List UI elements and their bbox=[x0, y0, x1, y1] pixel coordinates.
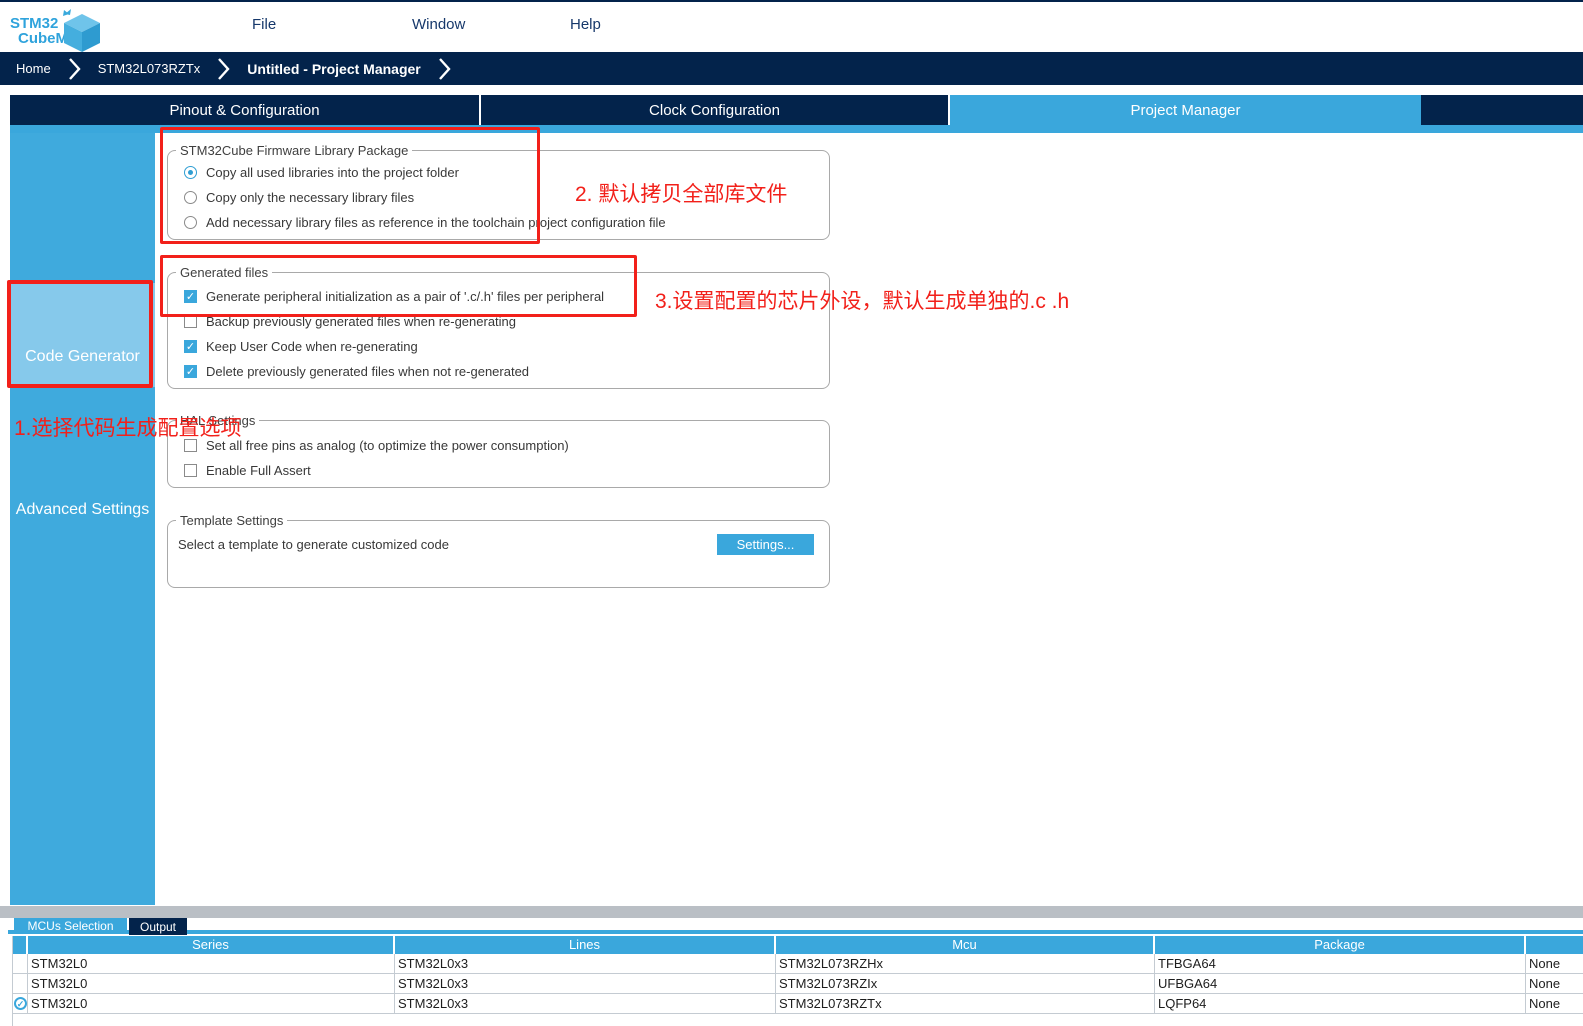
radio-label: Add necessary library files as reference… bbox=[206, 215, 666, 230]
footer-tab-underline bbox=[8, 930, 1583, 934]
cell-series: STM32L0 bbox=[28, 954, 395, 973]
checkbox-enable-full-assert[interactable]: Enable Full Assert bbox=[168, 458, 829, 483]
sidebar-item-advanced-settings[interactable]: Advanced Settings bbox=[10, 501, 155, 519]
annotation-text-2: 2. 默认拷贝全部库文件 bbox=[575, 178, 787, 208]
cell-package: UFBGA64 bbox=[1155, 974, 1526, 993]
radio-label: Copy all used libraries into the project… bbox=[206, 165, 459, 180]
header-package[interactable]: Package bbox=[1155, 936, 1526, 954]
cell-lines: STM32L0x3 bbox=[395, 954, 776, 973]
cell-lines: STM32L0x3 bbox=[395, 974, 776, 993]
sidebar-item-code-generator[interactable] bbox=[10, 283, 155, 387]
checkbox-icon[interactable] bbox=[184, 315, 197, 328]
cell-extra: None bbox=[1526, 994, 1583, 1013]
main-tab-bar: Pinout & Configuration Clock Configurati… bbox=[10, 95, 1583, 125]
breadcrumb-home[interactable]: Home bbox=[16, 61, 51, 76]
cell-series: STM32L0 bbox=[28, 994, 395, 1013]
template-settings-group: Template Settings Select a template to g… bbox=[167, 520, 830, 588]
menu-file[interactable]: File bbox=[252, 16, 276, 33]
breadcrumb: Home STM32L073RZTx Untitled - Project Ma… bbox=[0, 52, 1583, 85]
radio-add-libraries-as-reference[interactable]: Add necessary library files as reference… bbox=[168, 210, 829, 235]
checkbox-checked-icon[interactable]: ✓ bbox=[184, 365, 197, 378]
table-row-selected[interactable]: ✓ STM32L0 STM32L0x3 STM32L073RZTx LQFP64… bbox=[13, 994, 1583, 1014]
checkbox-label: Delete previously generated files when n… bbox=[206, 364, 529, 379]
template-settings-description: Select a template to generate customized… bbox=[178, 537, 449, 552]
row-select-cell[interactable]: ✓ bbox=[13, 994, 28, 1013]
template-settings-legend: Template Settings bbox=[176, 513, 287, 528]
checkbox-label: Keep User Code when re-generating bbox=[206, 339, 418, 354]
checkbox-label: Backup previously generated files when r… bbox=[206, 314, 516, 329]
checkbox-icon[interactable] bbox=[184, 464, 197, 477]
cell-lines: STM32L0x3 bbox=[395, 994, 776, 1013]
stm32cubemx-logo: STM32 CubeMX bbox=[10, 8, 120, 52]
cell-mcu: STM32L073RZTx bbox=[776, 994, 1155, 1013]
selected-check-icon: ✓ bbox=[14, 997, 27, 1010]
breadcrumb-mcu[interactable]: STM32L073RZTx bbox=[98, 61, 201, 76]
cell-package: LQFP64 bbox=[1155, 994, 1526, 1013]
radio-label: Copy only the necessary library files bbox=[206, 190, 414, 205]
generated-files-legend: Generated files bbox=[176, 265, 272, 280]
checkbox-checked-icon[interactable]: ✓ bbox=[184, 340, 197, 353]
table-row[interactable]: STM32L0 STM32L0x3 STM32L073RZIx UFBGA64 … bbox=[13, 974, 1583, 994]
tab-pinout-configuration[interactable]: Pinout & Configuration bbox=[10, 95, 481, 125]
row-select-cell[interactable] bbox=[13, 974, 28, 993]
radio-selected-icon[interactable] bbox=[184, 166, 197, 179]
firmware-library-package-legend: STM32Cube Firmware Library Package bbox=[176, 143, 412, 158]
horizontal-scrollbar[interactable] bbox=[0, 906, 1583, 918]
chevron-right-icon bbox=[217, 57, 230, 81]
mcus-table: Series Lines Mcu Package STM32L0 STM32L0… bbox=[12, 936, 1583, 1026]
menu-bar: STM32 CubeMX File Window Help bbox=[0, 2, 1583, 52]
header-extra-column bbox=[1526, 936, 1583, 954]
header-icon-column bbox=[13, 936, 28, 954]
project-manager-sidebar: Project Code Generator Advanced Settings bbox=[10, 133, 155, 905]
menu-window[interactable]: Window bbox=[412, 16, 465, 33]
menu-help[interactable]: Help bbox=[570, 16, 601, 33]
breadcrumb-project: Untitled - Project Manager bbox=[247, 61, 420, 77]
checkbox-free-pins-analog[interactable]: Set all free pins as analog (to optimize… bbox=[168, 433, 829, 458]
annotation-text-3: 3.设置配置的芯片外设，默认生成单独的.c .h bbox=[655, 285, 1069, 315]
tab-output[interactable]: Output bbox=[129, 918, 187, 935]
header-lines[interactable]: Lines bbox=[395, 936, 776, 954]
checkbox-label: Enable Full Assert bbox=[206, 463, 311, 478]
cell-series: STM32L0 bbox=[28, 974, 395, 993]
chevron-right-icon bbox=[68, 57, 81, 81]
row-select-cell[interactable] bbox=[13, 954, 28, 973]
checkbox-label: Generate peripheral initialization as a … bbox=[206, 289, 604, 304]
cell-mcu: STM32L073RZHx bbox=[776, 954, 1155, 973]
cell-package: TFBGA64 bbox=[1155, 954, 1526, 973]
checkbox-label: Set all free pins as analog (to optimize… bbox=[206, 438, 569, 453]
checkbox-checked-icon[interactable]: ✓ bbox=[184, 290, 197, 303]
tab-clock-configuration[interactable]: Clock Configuration bbox=[481, 95, 950, 125]
checkbox-keep-user-code[interactable]: ✓ Keep User Code when re-generating bbox=[168, 334, 829, 359]
tab-project-manager[interactable]: Project Manager bbox=[950, 95, 1421, 125]
sidebar-item-code-generator-label: Code Generator bbox=[10, 348, 155, 366]
header-mcu[interactable]: Mcu bbox=[776, 936, 1155, 954]
active-tab-underline bbox=[10, 125, 1583, 133]
hal-settings-group: HAL Settings Set all free pins as analog… bbox=[167, 420, 830, 488]
chevron-right-icon bbox=[438, 57, 451, 81]
stm32cubemx-window: STM32 CubeMX File Window Help Home STM32… bbox=[0, 0, 1583, 1026]
cell-extra: None bbox=[1526, 974, 1583, 993]
template-settings-button[interactable]: Settings... bbox=[717, 534, 814, 555]
table-row[interactable]: STM32L0 STM32L0x3 STM32L073RZHx TFBGA64 … bbox=[13, 954, 1583, 974]
radio-icon[interactable] bbox=[184, 191, 197, 204]
radio-icon[interactable] bbox=[184, 216, 197, 229]
mcus-table-header: Series Lines Mcu Package bbox=[13, 936, 1583, 954]
cell-extra: None bbox=[1526, 954, 1583, 973]
cube-icon bbox=[58, 8, 102, 54]
tab-mcus-selection[interactable]: MCUs Selection bbox=[14, 918, 127, 934]
checkbox-delete-previous-files[interactable]: ✓ Delete previously generated files when… bbox=[168, 359, 829, 384]
annotation-text-1: 1.选择代码生成配置选项 bbox=[14, 412, 242, 442]
cell-mcu: STM32L073RZIx bbox=[776, 974, 1155, 993]
header-series[interactable]: Series bbox=[28, 936, 395, 954]
